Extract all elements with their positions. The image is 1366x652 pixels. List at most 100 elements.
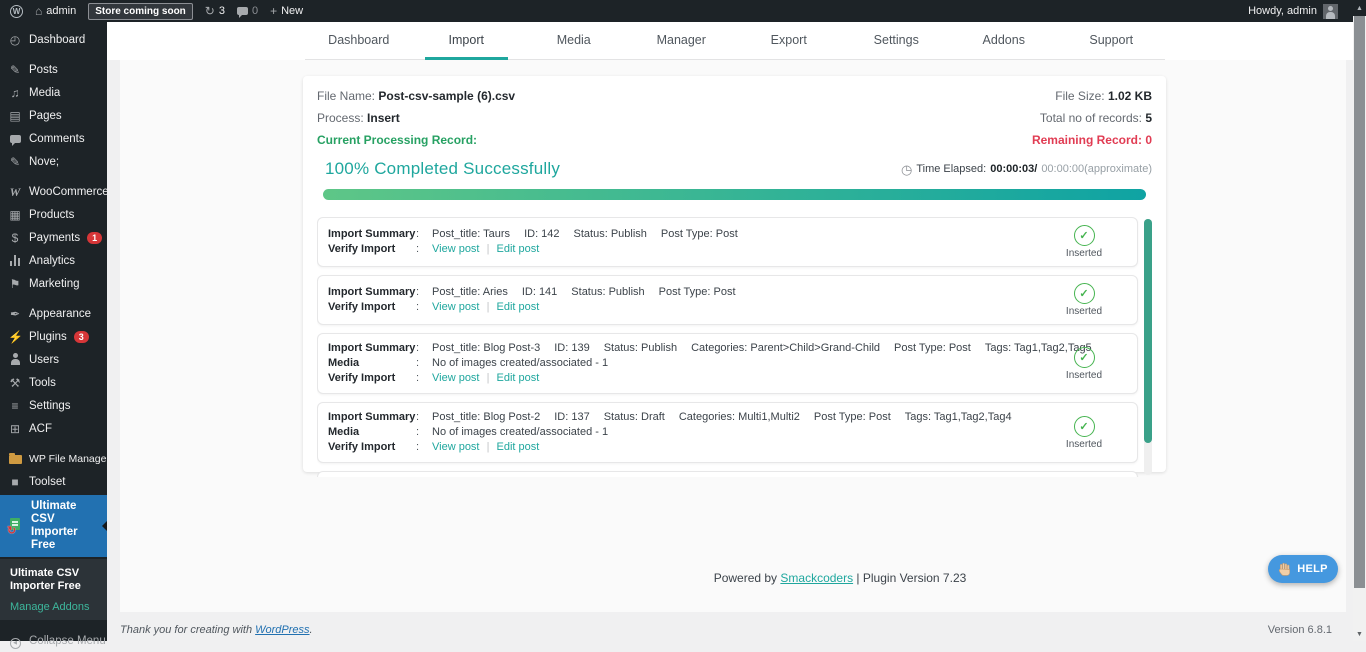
view-post-link[interactable]: View post: [432, 441, 480, 453]
comments-link[interactable]: 0: [237, 5, 258, 17]
sidebar-item-products[interactable]: ▦ Products: [0, 204, 107, 226]
woocommerce-icon: W: [8, 186, 22, 198]
time-estimate-value: 00:00:00(approximate): [1041, 163, 1152, 175]
check-circle-icon: ✓: [1074, 416, 1095, 437]
import-record-row: Import Summary : Post_title: Blog Post-3…: [317, 333, 1138, 394]
completion-heading: 100% Completed Successfully: [317, 159, 560, 179]
smackcoders-link[interactable]: Smackcoders: [780, 571, 853, 585]
update-icon: ↻: [205, 5, 215, 17]
scroll-up-arrow[interactable]: ▲: [1353, 0, 1366, 16]
current-record-label: Current Processing Record:: [317, 133, 477, 147]
remaining-record-value: 0: [1145, 133, 1152, 147]
sidebar-item-settings[interactable]: ≡ Settings: [0, 395, 107, 417]
site-name: admin: [46, 5, 76, 17]
view-post-link[interactable]: View post: [432, 243, 480, 255]
import-record-row: Import Summary : Post_title: Blogg Post-…: [317, 471, 1138, 477]
comments-icon: [8, 133, 22, 145]
tab-media[interactable]: Media: [520, 22, 628, 59]
sidebar-item-dashboard[interactable]: ◴ Dashboard: [0, 29, 107, 51]
admin-top-bar: W ⌂ admin Store coming soon ↻ 3 0 + New …: [0, 0, 1366, 22]
tab-manager[interactable]: Manager: [628, 22, 736, 59]
collapse-menu-button[interactable]: ◀ Collapse Menu: [0, 630, 107, 652]
tab-settings[interactable]: Settings: [843, 22, 951, 59]
sidebar-item-pages[interactable]: ▤ Pages: [0, 105, 107, 127]
import-record-row: Import Summary : Post_title: Blog Post-2…: [317, 402, 1138, 463]
appearance-icon: ✒: [8, 308, 22, 320]
edit-post-link[interactable]: Edit post: [496, 372, 539, 384]
sidebar-item-toolset[interactable]: ■ Toolset: [0, 471, 107, 493]
edit-post-link[interactable]: Edit post: [496, 301, 539, 313]
list-scrollbar-thumb[interactable]: [1144, 219, 1152, 443]
media-icon: ♫: [8, 87, 22, 99]
file-size-field: File Size: 1.02 KB: [1055, 89, 1152, 103]
sidebar-item-wp-file-manager[interactable]: WP File Manager: [0, 448, 107, 470]
sidebar-item-tools[interactable]: ⚒ Tools: [0, 372, 107, 394]
view-post-link[interactable]: View post: [432, 372, 480, 384]
record-status: ✓ Inserted: [1047, 225, 1121, 259]
plugins-badge: 3: [74, 331, 89, 343]
tab-import[interactable]: Import: [413, 22, 521, 59]
sidebar-item-appearance[interactable]: ✒ Appearance: [0, 303, 107, 325]
record-status: ✓ Inserted: [1047, 347, 1121, 381]
dashboard-icon: ◴: [8, 34, 22, 46]
folder-icon: [8, 452, 22, 466]
sidebar-item-users[interactable]: Users: [0, 349, 107, 371]
record-status: ✓ Inserted: [1047, 283, 1121, 317]
list-scrollbar[interactable]: [1144, 219, 1152, 475]
sidebar-item-payments[interactable]: $ Payments 1: [0, 227, 107, 249]
acf-icon: ⊞: [8, 423, 22, 435]
import-results-list: Import Summary : Post_title: TaursID: 14…: [317, 217, 1152, 477]
sidebar-item-ultimate-csv-importer[interactable]: ↻ Ultimate CSV Importer Free: [0, 495, 107, 557]
sidebar-item-marketing[interactable]: ⚑ Marketing: [0, 273, 107, 295]
new-label: New: [281, 5, 303, 17]
payments-icon: $: [8, 232, 22, 244]
browser-scrollbar[interactable]: ▲ ▼: [1353, 0, 1366, 641]
file-name-field: File Name: Post-csv-sample (6).csv: [317, 89, 515, 103]
status-label: Inserted: [1066, 439, 1102, 450]
sidebar-item-plugins[interactable]: ⚡ Plugins 3: [0, 326, 107, 348]
process-field: Process: Insert: [317, 111, 400, 125]
plugin-tab-bar: Dashboard Import Media Manager Export Se…: [107, 22, 1353, 60]
tab-addons[interactable]: Addons: [950, 22, 1058, 59]
help-button[interactable]: HELP: [1268, 555, 1338, 583]
sidebar-item-acf[interactable]: ⊞ ACF: [0, 418, 107, 440]
sidebar-item-analytics[interactable]: Analytics: [0, 250, 107, 272]
file-size-value: 1.02 KB: [1108, 89, 1152, 103]
edit-post-link[interactable]: Edit post: [496, 441, 539, 453]
scroll-down-arrow[interactable]: ▼: [1353, 627, 1366, 641]
pages-icon: ▤: [8, 110, 22, 122]
status-label: Inserted: [1066, 306, 1102, 317]
scrollbar-thumb[interactable]: [1354, 16, 1365, 588]
submenu-item-manage-addons[interactable]: Manage Addons: [0, 596, 107, 613]
plus-icon: +: [270, 5, 277, 17]
tab-dashboard[interactable]: Dashboard: [305, 22, 413, 59]
wp-footer-thanks: Thank you for creating with WordPress.: [120, 624, 313, 636]
sidebar-item-media[interactable]: ♫ Media: [0, 82, 107, 104]
updates-link[interactable]: ↻ 3: [205, 5, 225, 17]
progress-bar: [323, 189, 1146, 200]
csv-importer-submenu: Ultimate CSV Importer Free Manage Addons: [0, 559, 107, 620]
wordpress-menu[interactable]: W: [10, 5, 23, 18]
sidebar-item-nove[interactable]: ✎ Nove;: [0, 151, 107, 173]
wordpress-link[interactable]: WordPress: [255, 624, 309, 636]
tab-export[interactable]: Export: [735, 22, 843, 59]
sidebar-item-posts[interactable]: ✎ Posts: [0, 59, 107, 81]
check-circle-icon: ✓: [1074, 347, 1095, 368]
comment-icon: [237, 7, 248, 15]
edit-post-link[interactable]: Edit post: [496, 243, 539, 255]
submenu-item-ultimate-csv-importer-free[interactable]: Ultimate CSV Importer Free: [0, 564, 107, 596]
status-label: Inserted: [1066, 248, 1102, 259]
site-name-link[interactable]: ⌂ admin: [35, 5, 76, 17]
new-content-link[interactable]: + New: [270, 5, 303, 17]
file-name-value: Post-csv-sample (6).csv: [378, 89, 515, 103]
plugin-footer: Powered by Smackcoders | Plugin Version …: [240, 571, 1366, 585]
csv-importer-icon: ↻: [8, 518, 24, 534]
account-menu[interactable]: Howdy, admin: [1248, 4, 1338, 19]
plugins-icon: ⚡: [8, 331, 22, 343]
sidebar-item-woocommerce[interactable]: W WooCommerce: [0, 181, 107, 203]
view-post-link[interactable]: View post: [432, 301, 480, 313]
tab-support[interactable]: Support: [1058, 22, 1166, 59]
toolset-icon: ■: [8, 476, 22, 488]
coming-soon-badge[interactable]: Store coming soon: [88, 3, 193, 20]
sidebar-item-comments[interactable]: Comments: [0, 128, 107, 150]
